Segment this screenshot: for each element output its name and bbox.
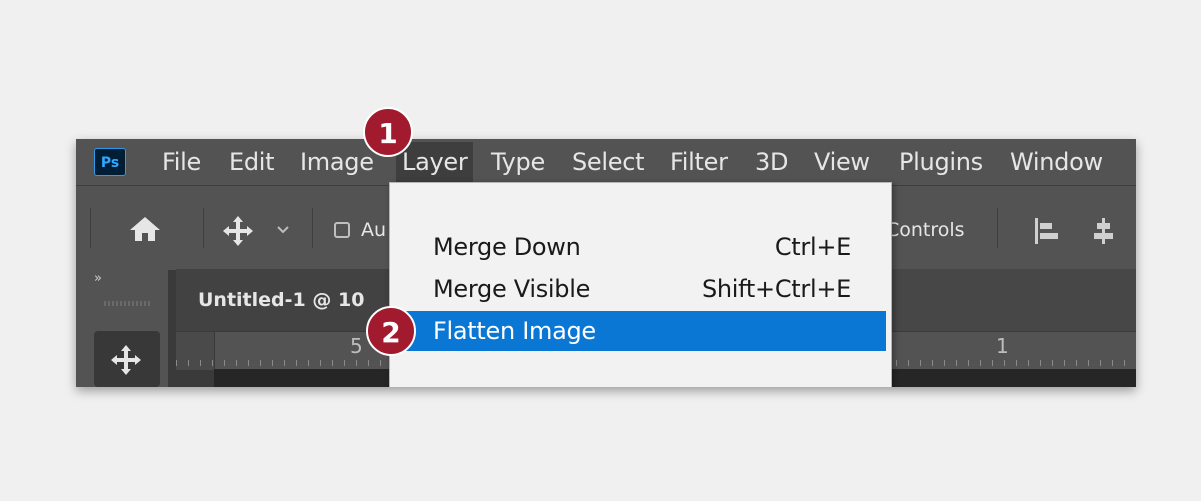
auto-select-label: Au: [361, 219, 387, 241]
menu-item-label: Merge Visible: [433, 275, 591, 303]
move-tool-button[interactable]: [94, 331, 160, 387]
menu-item-label: Merge Down: [433, 233, 581, 261]
menu-item-merge-down[interactable]: Merge Down Ctrl+E: [392, 227, 886, 267]
menu-item-merge-visible[interactable]: Merge Visible Shift+Ctrl+E: [392, 269, 886, 309]
document-tab-title: Untitled-1 @ 10: [198, 289, 365, 311]
move-tool-icon: [111, 345, 141, 375]
move-tool-icon[interactable]: [221, 214, 255, 255]
panel-grip[interactable]: [104, 301, 152, 306]
menu-view[interactable]: View: [814, 139, 870, 185]
menu-type[interactable]: Type: [491, 139, 545, 185]
menu-3d[interactable]: 3D: [755, 139, 788, 185]
menu-item-flatten-image[interactable]: Flatten Image: [392, 311, 886, 351]
divider: [312, 208, 313, 248]
menu-item-shortcut: Shift+Ctrl+E: [701, 275, 851, 303]
divider: [997, 208, 998, 248]
divider: [90, 208, 91, 248]
photoshop-window: Ps File Edit Image Layer Type Select Fil…: [76, 139, 1136, 387]
chevron-down-icon[interactable]: [275, 217, 291, 247]
menu-filter[interactable]: Filter: [670, 139, 728, 185]
divider: [203, 208, 204, 248]
menu-bar: Ps File Edit Image Layer Type Select Fil…: [76, 139, 1136, 185]
menu-file[interactable]: File: [162, 139, 201, 185]
menu-layer[interactable]: Layer: [396, 142, 474, 183]
menu-image[interactable]: Image: [300, 139, 374, 185]
menu-plugins[interactable]: Plugins: [899, 139, 983, 185]
step-1-callout-badge: 1: [363, 107, 413, 157]
auto-select-checkbox[interactable]: [334, 222, 350, 238]
ruler-label: 1: [996, 334, 1009, 358]
menu-edit[interactable]: Edit: [229, 139, 275, 185]
menu-item-label: Flatten Image: [433, 317, 596, 345]
align-center-icon[interactable]: [1090, 216, 1118, 253]
layer-menu-dropdown: Merge Down Ctrl+E Merge Visible Shift+Ct…: [389, 182, 892, 387]
tools-panel: »: [76, 269, 168, 387]
ruler-label: 5: [350, 334, 363, 358]
photoshop-logo-icon: Ps: [94, 148, 126, 176]
menu-select[interactable]: Select: [572, 139, 645, 185]
step-2-callout-badge: 2: [366, 306, 416, 356]
menu-window[interactable]: Window: [1010, 139, 1103, 185]
align-left-icon[interactable]: [1033, 216, 1061, 253]
menu-item-shortcut: Ctrl+E: [774, 233, 851, 261]
transform-controls-label: Controls: [886, 219, 965, 241]
home-icon[interactable]: [128, 215, 162, 250]
document-tab[interactable]: Untitled-1 @ 10: [176, 269, 396, 331]
collapse-panel-icon[interactable]: »: [94, 271, 102, 286]
